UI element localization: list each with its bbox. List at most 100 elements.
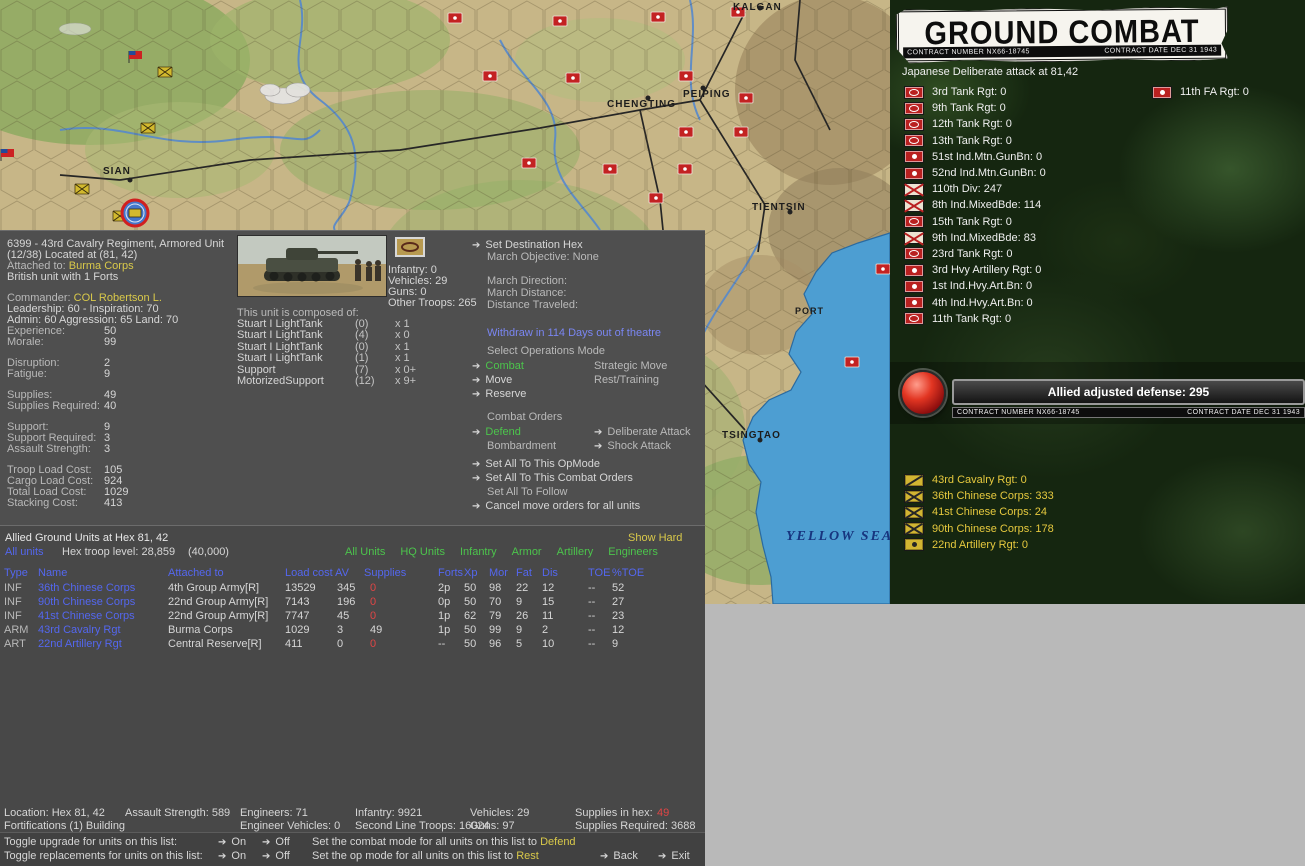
app-window: KALGAN PEIPING CHENGTING SIAN TIENTSIN T… — [0, 0, 1305, 866]
upgrade-off-button[interactable]: ➔ Off — [262, 836, 290, 849]
unit-name-link[interactable]: 22nd Artillery Rgt — [38, 638, 122, 650]
combat-unit-row[interactable]: 11th Tank Rgt: 0 — [904, 311, 1046, 327]
combat-unit-row[interactable]: 1st Ind.Hvy.Art.Bn: 0 — [904, 278, 1046, 294]
combat-unit-row[interactable]: 90th Chinese Corps: 178 — [904, 521, 1054, 537]
unit-stats-column: 6399 - 43rd Cavalry Regiment, Armored Un… — [7, 239, 231, 509]
combat-unit-row[interactable]: 4th Ind.Hvy.Art.Bn: 0 — [904, 294, 1046, 310]
set-all-opmode[interactable]: ➔ Set All To This OpMode — [472, 458, 600, 470]
composition-row[interactable]: Stuart I LightTank (1) x 1 — [237, 352, 467, 364]
combat-unit-row[interactable]: 3rd Tank Rgt: 0 — [904, 84, 1046, 100]
stat-value: 40 — [104, 400, 117, 412]
filter-infantry[interactable]: Infantry — [460, 546, 497, 558]
contract-number: CONTRACT NUMBER NX66-18745 — [907, 48, 1030, 57]
set-destination-hex[interactable]: ➔ Set Destination Hex — [472, 239, 583, 251]
stat-value: 413 — [104, 497, 123, 509]
combat-order-defend[interactable]: ➔ Defend — [472, 426, 521, 438]
filter-armor[interactable]: Armor — [512, 546, 542, 558]
selected-unit-marker[interactable] — [120, 198, 150, 228]
combat-unit-row[interactable]: 15th Tank Rgt: 0 — [904, 214, 1046, 230]
table-row[interactable]: INF 41st Chinese Corps 22nd Group Army[R… — [0, 610, 705, 623]
armor-unit-icon — [904, 215, 924, 229]
table-row[interactable]: ARM 43rd Cavalry Rgt Burma Corps 1029 3 … — [0, 624, 705, 637]
action-arrow-icon: ➔ — [594, 427, 603, 438]
stat-label: Morale: — [7, 336, 44, 348]
action-arrow-icon: ➔ — [472, 459, 481, 470]
contract-strip: CONTRACT NUMBER NX66-18745 CONTRACT DATE… — [952, 407, 1305, 418]
combat-unit-row[interactable]: 11th FA Rgt: 0 — [1152, 84, 1249, 100]
action-arrow-icon: ➔ — [658, 851, 667, 862]
infantry-unit-icon — [904, 522, 924, 536]
replacements-on-button[interactable]: ➔ On — [218, 850, 246, 863]
combat-resolve-button[interactable] — [900, 370, 946, 416]
unit-name-link[interactable]: 43rd Cavalry Rgt — [38, 624, 121, 636]
combat-mode-value-link[interactable]: Defend — [540, 836, 575, 848]
cavalry-unit-icon — [904, 473, 924, 487]
infantry-unit-icon — [904, 182, 924, 196]
combat-unit-row[interactable]: 9th Tank Rgt: 0 — [904, 100, 1046, 116]
table-row[interactable]: INF 90th Chinese Corps 22nd Group Army[R… — [0, 596, 705, 609]
action-arrow-icon: ➔ — [472, 389, 481, 400]
unit-name-link[interactable]: 90th Chinese Corps — [38, 596, 135, 608]
combat-unit-row[interactable]: 41st Chinese Corps: 24 — [904, 504, 1054, 520]
combat-unit-row[interactable]: 12th Tank Rgt: 0 — [904, 116, 1046, 132]
unit-composition-column: Infantry: 0 Vehicles: 29 Guns: 0 Other T… — [232, 235, 477, 520]
combat-unit-row[interactable]: 9th Ind.MixedBde: 83 — [904, 230, 1046, 246]
armor-unit-icon — [904, 101, 924, 115]
infantry-unit-icon — [904, 198, 924, 212]
combat-order-shock-attack[interactable]: ➔ Shock Attack — [594, 440, 671, 453]
combat-order-deliberate-attack[interactable]: ➔ Deliberate Attack — [594, 426, 691, 439]
toggle-upgrade-row: Toggle upgrade for units on this list: ➔… — [4, 836, 576, 849]
cancel-move-orders[interactable]: ➔ Cancel move orders for all units — [472, 500, 640, 512]
table-row[interactable]: INF 36th Chinese Corps 4th Group Army[R]… — [0, 582, 705, 595]
combat-unit-row[interactable]: 110th Div: 247 — [904, 181, 1046, 197]
armor-unit-icon — [904, 312, 924, 326]
city-label-port: PORT — [795, 306, 824, 316]
city-label-peiping: PEIPING — [683, 89, 731, 100]
all-units-link[interactable]: All units — [5, 546, 44, 558]
combat-unit-row[interactable]: 52nd Ind.Mtn.GunBn: 0 — [904, 165, 1046, 181]
exit-button[interactable]: ➔ Exit — [658, 850, 690, 863]
combat-unit-row[interactable]: 43rd Cavalry Rgt: 0 — [904, 472, 1054, 488]
ops-mode-move[interactable]: ➔ Move — [472, 374, 512, 386]
march-direction: March Direction: — [487, 275, 568, 287]
defender-unit-list: 43rd Cavalry Rgt: 0 36th Chinese Corps: … — [904, 472, 1054, 553]
upgrade-on-button[interactable]: ➔ On — [218, 836, 246, 849]
unit-counter-icon — [395, 237, 425, 257]
combat-unit-row[interactable]: 23rd Tank Rgt: 0 — [904, 246, 1046, 262]
unit-name-link[interactable]: 36th Chinese Corps — [38, 582, 135, 594]
back-button[interactable]: ➔ Back — [600, 850, 638, 863]
set-all-combat-orders[interactable]: ➔ Set All To This Combat Orders — [472, 472, 633, 484]
table-row[interactable]: ART 22nd Artillery Rgt Central Reserve[R… — [0, 638, 705, 651]
combat-unit-row[interactable]: 22nd Artillery Rgt: 0 — [904, 537, 1054, 553]
withdraw-notice: Withdraw in 114 Days out of theatre — [487, 327, 662, 339]
composition-row[interactable]: MotorizedSupport (12) x 9+ — [237, 375, 467, 387]
set-all-to-follow[interactable]: Set All To Follow — [487, 486, 568, 498]
combat-unit-row[interactable]: 3rd Hvy Artillery Rgt: 0 — [904, 262, 1046, 278]
filter-engineers[interactable]: Engineers — [608, 546, 658, 558]
contract-date: CONTRACT DATE DEC 31 1943 — [1104, 46, 1218, 55]
op-mode-value-link[interactable]: Rest — [516, 850, 539, 862]
unit-name-link[interactable]: 41st Chinese Corps — [38, 610, 135, 622]
combat-unit-row[interactable]: 8th Ind.MixedBde: 114 — [904, 197, 1046, 213]
combat-order-bombardment[interactable]: Bombardment — [487, 440, 556, 452]
combat-unit-row[interactable]: 13th Tank Rgt: 0 — [904, 133, 1046, 149]
show-hard-toggle[interactable]: Show Hard — [628, 532, 682, 544]
filter-hq-units[interactable]: HQ Units — [400, 546, 445, 558]
unit-nation-line: British unit with 1 Forts — [7, 271, 119, 283]
hex-units-title: Allied Ground Units at Hex 81, 42 — [5, 532, 169, 544]
infantry-unit-icon — [904, 505, 924, 519]
combat-unit-row[interactable]: 51st Ind.Mtn.GunBn: 0 — [904, 149, 1046, 165]
ops-mode-combat[interactable]: ➔ Combat — [472, 360, 524, 372]
stat-label: Supplies Required: — [7, 400, 100, 412]
combat-unit-row[interactable]: 36th Chinese Corps: 333 — [904, 488, 1054, 504]
ops-mode-rest-training[interactable]: Rest/Training — [594, 374, 659, 386]
ops-mode-strategic-move[interactable]: Strategic Move — [594, 360, 667, 372]
stat-label: Fatigue: — [7, 368, 47, 380]
artillery-unit-icon — [904, 279, 924, 293]
filter-all-units[interactable]: All Units — [345, 546, 385, 558]
replacements-off-button[interactable]: ➔ Off — [262, 850, 290, 863]
unit-photo — [237, 235, 387, 297]
composition-list: Stuart I LightTank (0) x 1 Stuart I LightT… — [237, 318, 467, 387]
ops-mode-reserve[interactable]: ➔ Reserve — [472, 388, 526, 400]
filter-artillery[interactable]: Artillery — [557, 546, 594, 558]
